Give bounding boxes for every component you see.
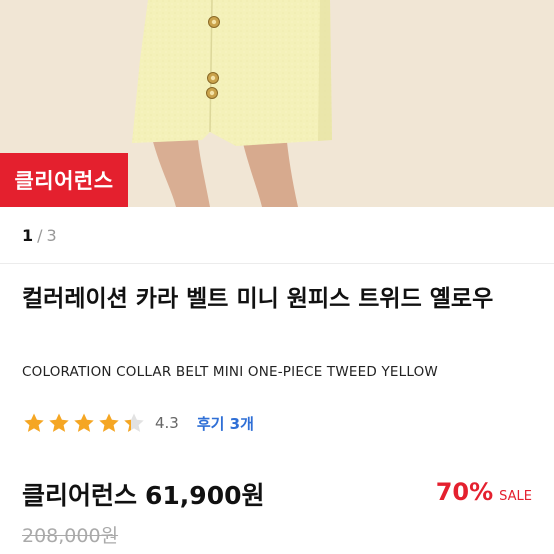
star-icon — [74, 413, 94, 432]
star-icon — [99, 413, 119, 432]
original-price: 208,000원 — [22, 525, 119, 547]
image-pager: 1/3 — [22, 226, 57, 245]
pager-current: 1 — [22, 226, 34, 245]
price-label: 클리어런스 — [22, 481, 138, 510]
product-image[interactable]: 클리어런스 — [0, 0, 554, 207]
rating-row: 4.3 후기 3개 — [22, 410, 254, 436]
rating-score: 4.3 — [155, 414, 179, 432]
product-title: 컬러레이션 카라 벨트 미니 원피스 트위드 옐로우 — [22, 286, 494, 312]
discount-rate: 70% — [435, 478, 494, 506]
product-title-english: COLORATION COLLAR BELT MINI ONE-PIECE TW… — [22, 364, 438, 380]
star-icon — [49, 413, 69, 432]
sale-label: SALE — [499, 489, 532, 504]
divider — [0, 263, 554, 264]
price-row: 클리어런스 61,900원 70% SALE — [22, 476, 532, 510]
star-rating — [22, 411, 147, 435]
clearance-badge: 클리어런스 — [0, 153, 128, 207]
discount-info: 70% SALE — [436, 478, 532, 506]
sale-price-line: 클리어런스 61,900원 — [22, 476, 265, 512]
pager-separator: / — [37, 226, 43, 245]
star-icon — [24, 413, 44, 432]
star-half-icon — [124, 413, 144, 432]
pager-total: 3 — [46, 226, 57, 245]
sale-price: 61,900원 — [145, 481, 265, 510]
reviews-link[interactable]: 후기 3개 — [197, 413, 254, 434]
